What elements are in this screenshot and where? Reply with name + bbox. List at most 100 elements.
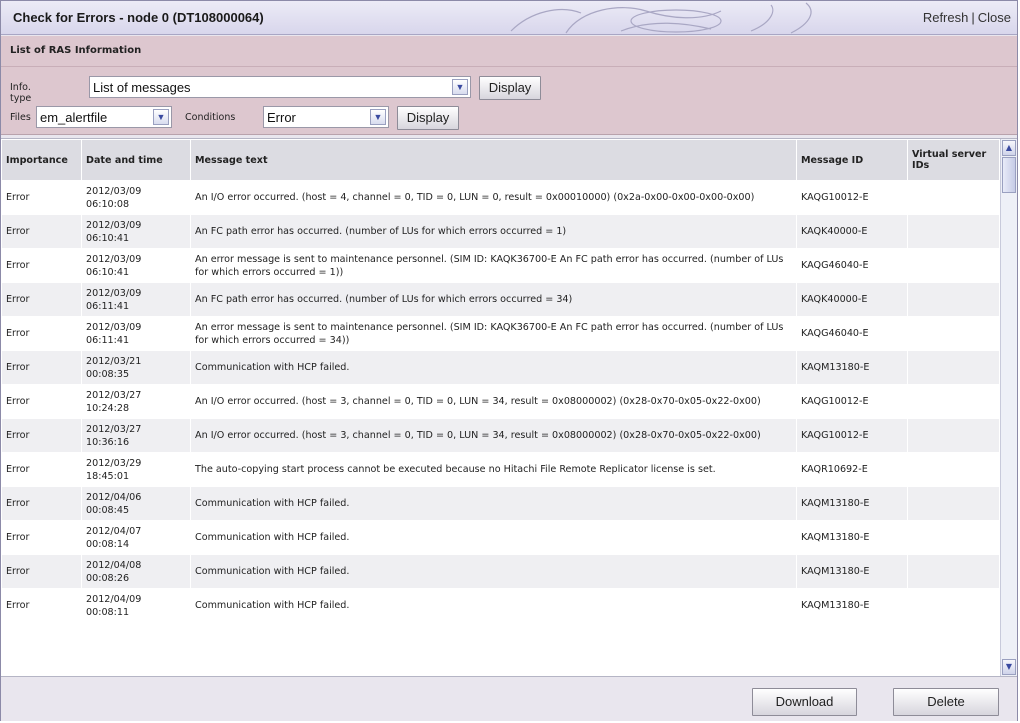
scroll-down-icon[interactable]: ▼ xyxy=(1002,659,1016,675)
table-row[interactable]: Error 2012/03/09 06:10:41 An error message … xyxy=(1,248,1000,283)
conditions-label: Conditions xyxy=(185,112,236,123)
table-row[interactable]: Error 2012/03/27 10:24:28 An I/O error occu… xyxy=(1,384,1000,419)
table-row[interactable]: Error 2012/03/27 10:36:16 An I/O error occu… xyxy=(1,418,1000,453)
date-time-cell: 2012/03/21 00:08:35 xyxy=(81,350,191,385)
virtual-server-ids-cell xyxy=(907,248,1000,283)
importance-cell: Error xyxy=(1,452,82,487)
importance-cell: Error xyxy=(1,180,82,215)
message-id-cell: KAQM13180-E xyxy=(796,554,908,589)
date-text: 2012/03/29 xyxy=(86,457,142,469)
time-text: 10:24:28 xyxy=(86,402,130,414)
message-id-cell: KAQG10012-E xyxy=(796,180,908,215)
table-scrollbar[interactable]: ▲ ▼ xyxy=(1000,139,1017,676)
message-text-cell: An error message is sent to maintenance … xyxy=(190,316,797,351)
display-info-type-button[interactable]: Display xyxy=(479,76,541,100)
message-text-cell: An FC path error has occurred. (number o… xyxy=(190,214,797,249)
date-time-cell: 2012/03/09 06:10:41 xyxy=(81,248,191,283)
files-label: Files xyxy=(10,112,31,123)
column-header-virtual-server-ids[interactable]: Virtual server IDs xyxy=(907,139,1000,181)
files-value: em_alertfile xyxy=(40,110,108,125)
panel-header: List of RAS Information xyxy=(1,36,1017,67)
time-text: 06:10:08 xyxy=(86,198,130,210)
table-row[interactable]: Error 2012/03/09 06:10:41 An FC path error … xyxy=(1,214,1000,249)
table-row[interactable]: Error 2012/04/07 00:08:14 Communication wit… xyxy=(1,520,1000,555)
importance-cell: Error xyxy=(1,282,82,317)
message-id-cell: KAQM13180-E xyxy=(796,350,908,385)
time-text: 00:08:14 xyxy=(86,538,130,550)
importance-cell: Error xyxy=(1,248,82,283)
info-type-select[interactable]: List of messages ▼ xyxy=(89,76,471,98)
date-time-cell: 2012/04/08 00:08:26 xyxy=(81,554,191,589)
importance-cell: Error xyxy=(1,554,82,589)
message-table: Importance Date and time Message text Me… xyxy=(1,139,1000,623)
message-text-cell: Communication with HCP failed. xyxy=(190,520,797,555)
time-text: 06:11:41 xyxy=(86,300,130,312)
action-separator: | xyxy=(971,10,975,25)
date-text: 2012/03/21 xyxy=(86,355,142,367)
check-for-errors-window: Check for Errors - node 0 (DT108000064) … xyxy=(0,0,1018,721)
table-row[interactable]: Error 2012/03/09 06:10:08 An I/O error occu… xyxy=(1,180,1000,215)
importance-cell: Error xyxy=(1,486,82,521)
date-time-cell: 2012/03/09 06:11:41 xyxy=(81,316,191,351)
table-row[interactable]: Error 2012/04/09 00:08:11 Communication wit… xyxy=(1,588,1000,623)
delete-button[interactable]: Delete xyxy=(893,688,999,716)
scrollbar-thumb[interactable] xyxy=(1002,157,1016,193)
column-header-message-text[interactable]: Message text xyxy=(190,139,797,181)
table-row[interactable]: Error 2012/04/08 00:08:26 Communication wit… xyxy=(1,554,1000,589)
table-row[interactable]: Error 2012/03/21 00:08:35 Communication wit… xyxy=(1,350,1000,385)
table-row[interactable]: Error 2012/03/29 18:45:01 The auto-copying … xyxy=(1,452,1000,487)
scroll-up-icon[interactable]: ▲ xyxy=(1002,140,1016,156)
date-text: 2012/03/27 xyxy=(86,389,142,401)
conditions-value: Error xyxy=(267,110,296,125)
message-id-cell: KAQM13180-E xyxy=(796,520,908,555)
date-text: 2012/04/07 xyxy=(86,525,142,537)
panel-title: List of RAS Information xyxy=(10,45,142,56)
chevron-down-icon[interactable]: ▼ xyxy=(452,79,468,95)
virtual-server-ids-cell xyxy=(907,180,1000,215)
importance-cell: Error xyxy=(1,214,82,249)
time-text: 10:36:16 xyxy=(86,436,130,448)
ras-info-panel: List of RAS Information Info. type List … xyxy=(1,36,1017,135)
table-row[interactable]: Error 2012/03/09 06:11:41 An error message … xyxy=(1,316,1000,351)
message-text-cell: An FC path error has occurred. (number o… xyxy=(190,282,797,317)
chevron-down-icon[interactable]: ▼ xyxy=(370,109,386,125)
time-text: 06:10:41 xyxy=(86,266,130,278)
importance-cell: Error xyxy=(1,418,82,453)
date-text: 2012/03/09 xyxy=(86,185,142,197)
message-id-cell: KAQG10012-E xyxy=(796,384,908,419)
close-link[interactable]: Close xyxy=(978,10,1011,25)
info-type-label: Info. type xyxy=(10,82,32,104)
refresh-link[interactable]: Refresh xyxy=(923,10,969,25)
column-header-message-id[interactable]: Message ID xyxy=(796,139,908,181)
message-text-cell: Communication with HCP failed. xyxy=(190,554,797,589)
title-actions: Refresh | Close xyxy=(923,10,1011,25)
table-row[interactable]: Error 2012/03/09 06:11:41 An FC path error … xyxy=(1,282,1000,317)
display-conditions-button[interactable]: Display xyxy=(397,106,459,130)
message-text-cell: Communication with HCP failed. xyxy=(190,486,797,521)
virtual-server-ids-cell xyxy=(907,350,1000,385)
date-time-cell: 2012/03/09 06:10:41 xyxy=(81,214,191,249)
virtual-server-ids-cell xyxy=(907,316,1000,351)
date-time-cell: 2012/03/29 18:45:01 xyxy=(81,452,191,487)
info-type-value: List of messages xyxy=(93,80,191,95)
files-select[interactable]: em_alertfile ▼ xyxy=(36,106,172,128)
conditions-select[interactable]: Error ▼ xyxy=(263,106,389,128)
virtual-server-ids-cell xyxy=(907,282,1000,317)
footer-bar: Download Delete xyxy=(1,678,1017,721)
title-bar: Check for Errors - node 0 (DT108000064) … xyxy=(1,1,1017,35)
time-text: 06:11:41 xyxy=(86,334,130,346)
column-header-importance[interactable]: Importance xyxy=(1,139,82,181)
column-header-date-time[interactable]: Date and time xyxy=(81,139,191,181)
time-text: 06:10:41 xyxy=(86,232,130,244)
importance-cell: Error xyxy=(1,384,82,419)
chevron-down-icon[interactable]: ▼ xyxy=(153,109,169,125)
message-text-cell: An I/O error occurred. (host = 4, channe… xyxy=(190,180,797,215)
table-row[interactable]: Error 2012/04/06 00:08:45 Communication wit… xyxy=(1,486,1000,521)
download-button[interactable]: Download xyxy=(752,688,857,716)
message-id-cell: KAQG10012-E xyxy=(796,418,908,453)
message-text-cell: Communication with HCP failed. xyxy=(190,588,797,623)
time-text: 00:08:26 xyxy=(86,572,130,584)
message-text-cell: The auto-copying start process cannot be… xyxy=(190,452,797,487)
date-text: 2012/03/09 xyxy=(86,253,142,265)
virtual-server-ids-cell xyxy=(907,520,1000,555)
